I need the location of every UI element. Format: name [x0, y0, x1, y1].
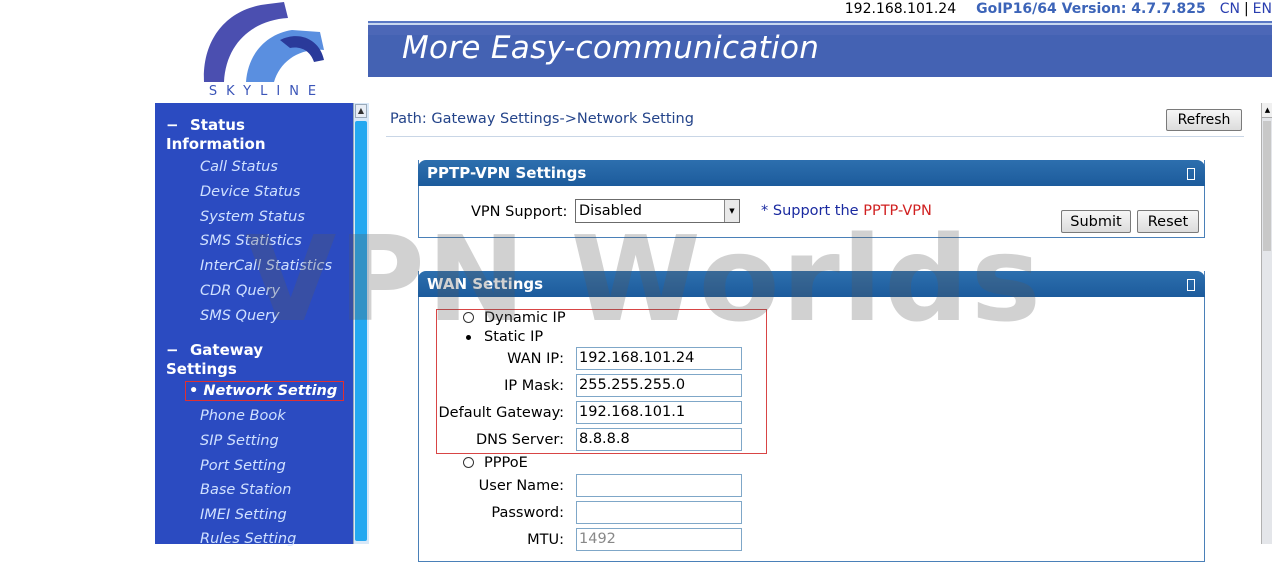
pppoe-label: PPPoE: [484, 455, 528, 471]
wan-settings-panel: WAN Settings Dynamic IP Static IP WAN IP…: [418, 271, 1205, 562]
password-input[interactable]: [576, 501, 742, 524]
path-divider: [386, 136, 1244, 137]
device-ip: 192.168.101.24: [844, 1, 957, 17]
collapse-minus-icon: −: [166, 116, 179, 134]
logo-arc-icon: [203, 2, 324, 82]
sidebar-item-sms-query[interactable]: SMS Query: [200, 308, 280, 324]
wan-panel-header: WAN Settings: [418, 271, 1205, 297]
sidebar-item-imei-setting[interactable]: IMEI Setting: [200, 507, 287, 523]
sidebar-item-rules-setting[interactable]: Rules Setting: [200, 531, 296, 547]
pptp-support-note: * Support the PPTP-VPN: [761, 203, 932, 219]
pptp-panel-header: PPTP-VPN Settings: [418, 160, 1205, 186]
dns-server-input[interactable]: 8.8.8.8: [576, 428, 742, 451]
sidebar-item-network-setting[interactable]: • Network Setting: [185, 381, 345, 401]
firmware-version: GoIP16/64 Version: 4.7.7.825: [976, 1, 1206, 17]
lang-en-link[interactable]: EN: [1253, 1, 1272, 17]
sidebar-item-cdr-query[interactable]: CDR Query: [200, 283, 280, 299]
vpn-support-select[interactable]: Disabled ▼: [575, 199, 740, 223]
sidebar-scrollbar[interactable]: ▲: [353, 103, 369, 544]
dns-server-label: DNS Server:: [475, 432, 564, 448]
sidebar-nav: − Status Information Call Status Device S…: [155, 103, 353, 547]
refresh-button[interactable]: Refresh: [1166, 109, 1242, 131]
reset-button[interactable]: Reset: [1137, 210, 1199, 233]
panel-collapse-icon[interactable]: [1187, 168, 1195, 180]
breadcrumb: Path: Gateway Settings->Network Setting: [390, 111, 694, 127]
sidebar-item-device-status[interactable]: Device Status: [200, 184, 300, 200]
pptp-vpn-panel: PPTP-VPN Settings VPN Support: Disabled …: [418, 160, 1205, 238]
sidebar-scroll-thumb[interactable]: [355, 121, 367, 541]
ip-mask-input[interactable]: 255.255.255.0: [576, 374, 742, 397]
dropdown-arrow-icon: ▼: [724, 200, 739, 222]
sidebar-item-sms-statistics[interactable]: SMS Statistics: [200, 233, 302, 249]
default-gateway-label: Default Gateway:: [438, 405, 564, 421]
default-gateway-input[interactable]: 192.168.101.1: [576, 401, 742, 424]
username-input[interactable]: [576, 474, 742, 497]
pptp-panel-title: PPTP-VPN Settings: [427, 164, 587, 182]
password-label: Password:: [491, 505, 564, 521]
dynamic-ip-radio[interactable]: [463, 312, 474, 323]
scroll-up-arrow-icon[interactable]: ▲: [1262, 103, 1272, 118]
lang-cn-link[interactable]: CN: [1220, 1, 1240, 17]
logo-text: SKYLINE: [208, 84, 326, 99]
mtu-input[interactable]: 1492: [576, 528, 742, 551]
sidebar-item-intercall-statistics[interactable]: InterCall Statistics: [200, 258, 332, 274]
banner-title: More Easy-communication: [402, 30, 820, 66]
panel-collapse-icon[interactable]: [1187, 279, 1195, 291]
static-ip-radio[interactable]: [463, 332, 474, 343]
nav-group-gateway[interactable]: − Gateway Settings: [166, 341, 263, 379]
sidebar-item-phone-book[interactable]: Phone Book: [200, 408, 286, 424]
mtu-label: MTU:: [527, 532, 564, 548]
sidebar-item-sip-setting[interactable]: SIP Setting: [200, 433, 279, 449]
static-ip-label: Static IP: [484, 329, 544, 345]
main-content: Path: Gateway Settings->Network Setting …: [376, 103, 1258, 562]
lang-separator: |: [1243, 1, 1249, 17]
nav-group-status[interactable]: − Status Information: [166, 116, 266, 154]
skyline-logo: SKYLINE: [196, 0, 332, 102]
submit-button[interactable]: Submit: [1061, 210, 1131, 233]
wan-panel-title: WAN Settings: [427, 275, 544, 293]
main-scroll-thumb[interactable]: [1263, 121, 1271, 251]
wan-ip-input[interactable]: 192.168.101.24: [576, 347, 742, 370]
header-banner: More Easy-communication: [368, 21, 1272, 77]
pppoe-radio[interactable]: [463, 457, 474, 468]
sidebar-item-call-status[interactable]: Call Status: [200, 159, 278, 175]
bullet-icon: •: [189, 383, 199, 399]
ip-mask-label: IP Mask:: [504, 378, 564, 394]
collapse-minus-icon: −: [166, 341, 179, 359]
top-status-bar: 192.168.101.24 GoIP16/64 Version: 4.7.7.…: [845, 0, 1272, 18]
sidebar-item-system-status[interactable]: System Status: [200, 209, 305, 225]
dynamic-ip-label: Dynamic IP: [484, 310, 566, 326]
username-label: User Name:: [478, 478, 564, 494]
vpn-support-label: VPN Support:: [471, 204, 568, 220]
sidebar-item-base-station[interactable]: Base Station: [200, 482, 291, 498]
main-scrollbar[interactable]: ▲: [1261, 103, 1272, 544]
sidebar-item-port-setting[interactable]: Port Setting: [200, 458, 286, 474]
wan-ip-label: WAN IP:: [507, 351, 564, 367]
scroll-up-arrow-icon[interactable]: ▲: [355, 104, 367, 118]
